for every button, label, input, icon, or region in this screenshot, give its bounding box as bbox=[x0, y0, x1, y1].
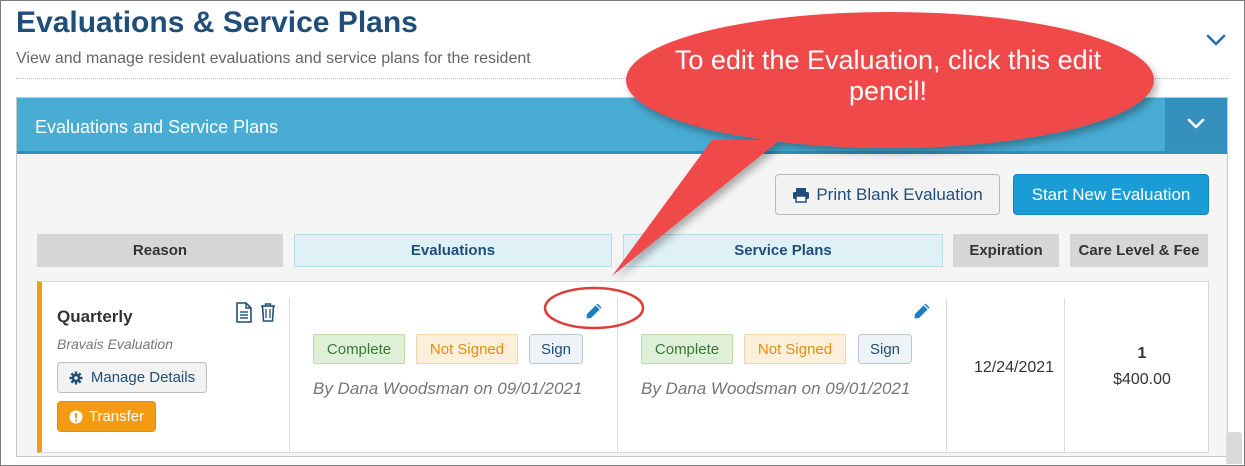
callout-text: To edit the Evaluation, click this edit … bbox=[674, 45, 1102, 106]
highlight-circle bbox=[543, 286, 645, 330]
